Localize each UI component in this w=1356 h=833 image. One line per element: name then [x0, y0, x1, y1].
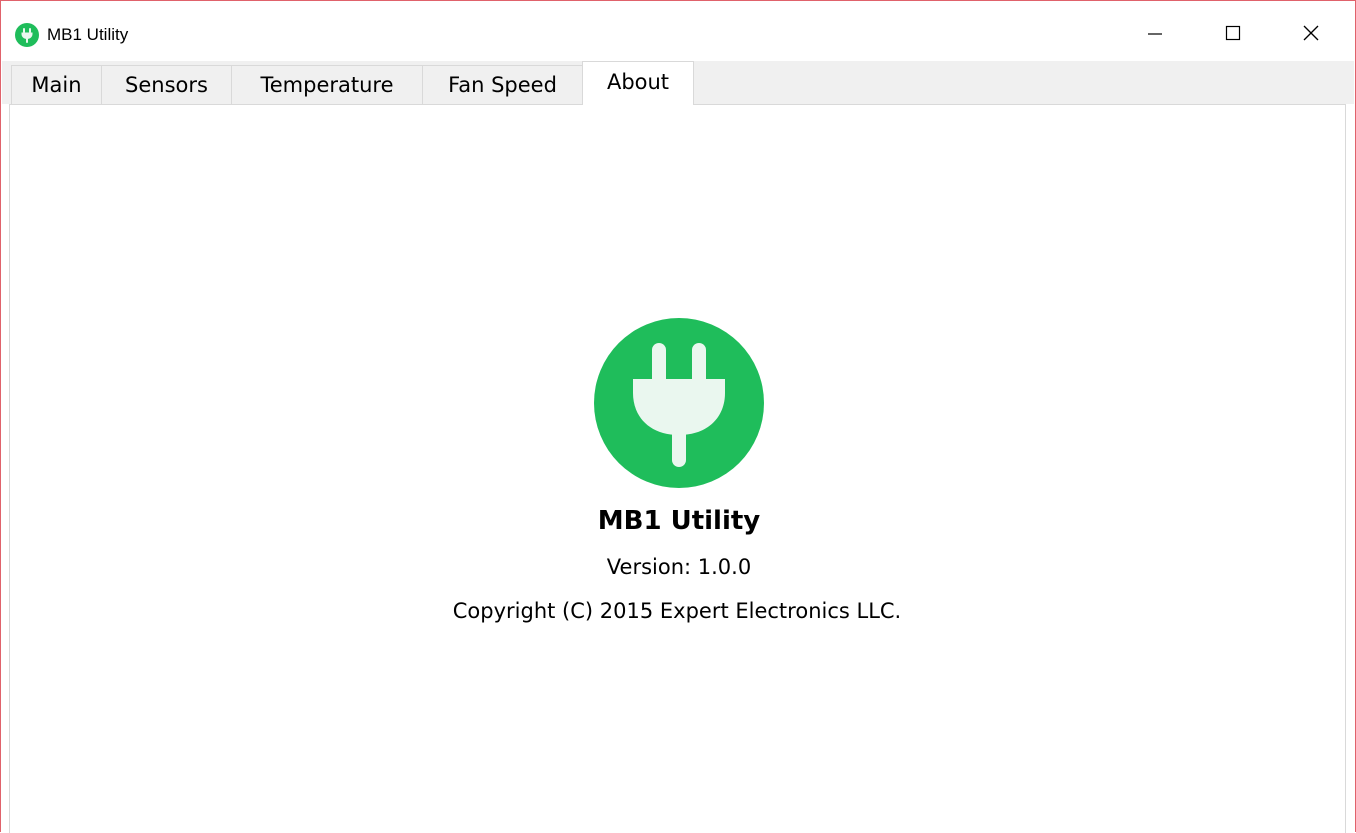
tab-about[interactable]: About: [582, 61, 694, 105]
tab-main[interactable]: Main: [11, 65, 102, 104]
version-text: Version: 1.0.0: [606, 555, 752, 579]
maximize-icon: [1225, 25, 1241, 41]
tab-fan-speed[interactable]: Fan Speed: [422, 65, 583, 104]
title-bar[interactable]: MB1 Utility: [1, 1, 1355, 61]
window-title: MB1 Utility: [47, 25, 129, 44]
plug-icon: [15, 23, 39, 47]
tab-temperature[interactable]: Temperature: [231, 65, 423, 104]
maximize-button[interactable]: [1203, 9, 1263, 57]
tab-strip: Main Sensors Temperature Fan Speed About: [2, 61, 1354, 105]
plug-icon: [594, 318, 764, 488]
tab-sensors[interactable]: Sensors: [101, 65, 232, 104]
copyright-text: Copyright (C) 2015 Expert Electronics LL…: [452, 599, 902, 623]
minimize-icon: [1148, 33, 1162, 35]
minimize-button[interactable]: [1125, 9, 1185, 57]
close-button[interactable]: [1281, 9, 1341, 57]
close-icon: [1303, 25, 1319, 41]
app-name-heading: MB1 Utility: [597, 506, 761, 536]
app-window: MB1 Utility Main Sensors Temperature Fan…: [0, 0, 1356, 833]
